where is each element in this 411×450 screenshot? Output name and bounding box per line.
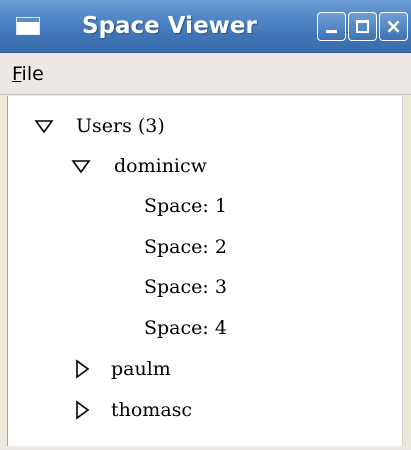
window-controls: × bbox=[317, 12, 408, 41]
window-bottom-border bbox=[0, 446, 411, 450]
collapsed-triangle-icon[interactable] bbox=[72, 359, 92, 379]
tree-row-thomasc[interactable]: thomasc bbox=[8, 390, 402, 430]
tree-view[interactable]: Users (3) dominicw Space: 1 Space: 2 Spa… bbox=[7, 96, 403, 450]
space-viewer-window: Space Viewer × File Users (3) dominicw S… bbox=[0, 0, 411, 450]
tree-row-users[interactable]: Users (3) bbox=[8, 106, 402, 146]
menu-bar: File bbox=[0, 53, 411, 95]
tree-label-space: Space: 1 bbox=[144, 195, 227, 217]
expanded-triangle-icon[interactable] bbox=[34, 116, 54, 136]
close-button[interactable]: × bbox=[379, 12, 408, 41]
window-title: Space Viewer bbox=[82, 13, 257, 39]
minimize-button[interactable] bbox=[317, 12, 346, 41]
menu-file-label: ile bbox=[21, 63, 44, 85]
tree-row-space[interactable]: Space: 2 bbox=[8, 227, 402, 267]
window-icon[interactable] bbox=[16, 17, 40, 35]
collapsed-triangle-icon[interactable] bbox=[72, 400, 92, 420]
tree-label-space: Space: 4 bbox=[144, 317, 227, 339]
tree-row-paulm[interactable]: paulm bbox=[8, 349, 402, 389]
maximize-icon bbox=[356, 20, 369, 33]
title-bar[interactable]: Space Viewer × bbox=[0, 0, 411, 53]
menu-file-mnemonic: F bbox=[12, 63, 22, 85]
tree-label-space: Space: 2 bbox=[144, 236, 227, 258]
tree-row-dominicw[interactable]: dominicw bbox=[8, 146, 402, 186]
tree-label-paulm: paulm bbox=[111, 358, 171, 380]
tree-label-thomasc: thomasc bbox=[111, 399, 193, 421]
tree-row-space[interactable]: Space: 4 bbox=[8, 308, 402, 348]
close-icon: × bbox=[385, 14, 402, 38]
maximize-button[interactable] bbox=[348, 12, 377, 41]
menu-file[interactable]: File bbox=[6, 59, 50, 89]
tree-label-users: Users (3) bbox=[76, 115, 165, 137]
tree-row-space[interactable]: Space: 3 bbox=[8, 267, 402, 307]
tree-label-dominicw: dominicw bbox=[114, 155, 207, 177]
expanded-triangle-icon[interactable] bbox=[71, 156, 91, 176]
tree-label-space: Space: 3 bbox=[144, 276, 227, 298]
minimize-icon bbox=[326, 30, 337, 33]
tree-row-space[interactable]: Space: 1 bbox=[8, 186, 402, 226]
